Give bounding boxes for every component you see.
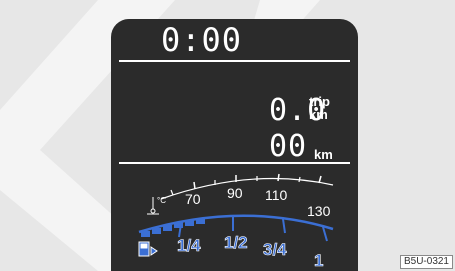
fuel-label-three-quarter: 3/4 (263, 240, 287, 259)
speed-label-110: 110 (265, 187, 288, 203)
gauge-area: 70 90 110 130 °C 1/4 1/2 3/4 1 (138, 173, 334, 270)
fuel-level-segment (141, 231, 150, 237)
fuel-tick (282, 218, 286, 234)
speed-tick (277, 173, 280, 182)
fuel-tick (322, 226, 328, 242)
speed-label-130: 130 (307, 203, 331, 219)
figure-reference: B5U-0321 (399, 255, 453, 269)
illustration-frame: 0:00 0.0 trip km 00 km 70 90 110 130 °C … (0, 0, 455, 271)
fuel-level-segment (196, 218, 205, 224)
speed-tick (298, 176, 301, 183)
fuel-label-full: 1 (314, 251, 323, 270)
speed-tick (318, 175, 322, 184)
speed-label-70: 70 (185, 191, 201, 207)
speed-tick (193, 181, 196, 190)
temp-unit-label: °C (157, 196, 166, 205)
speed-tick (170, 189, 174, 196)
fuel-pump-icon (138, 241, 158, 257)
fuel-level-segment (163, 225, 172, 231)
instrument-display: 0:00 0.0 trip km 00 km 70 90 110 130 °C … (111, 19, 358, 271)
fuel-level-segment (152, 228, 161, 234)
speed-label-90: 90 (227, 185, 243, 201)
fuel-label-quarter: 1/4 (177, 236, 201, 255)
fuel-level-segment (185, 220, 194, 226)
fuel-label-half: 1/2 (224, 233, 248, 252)
